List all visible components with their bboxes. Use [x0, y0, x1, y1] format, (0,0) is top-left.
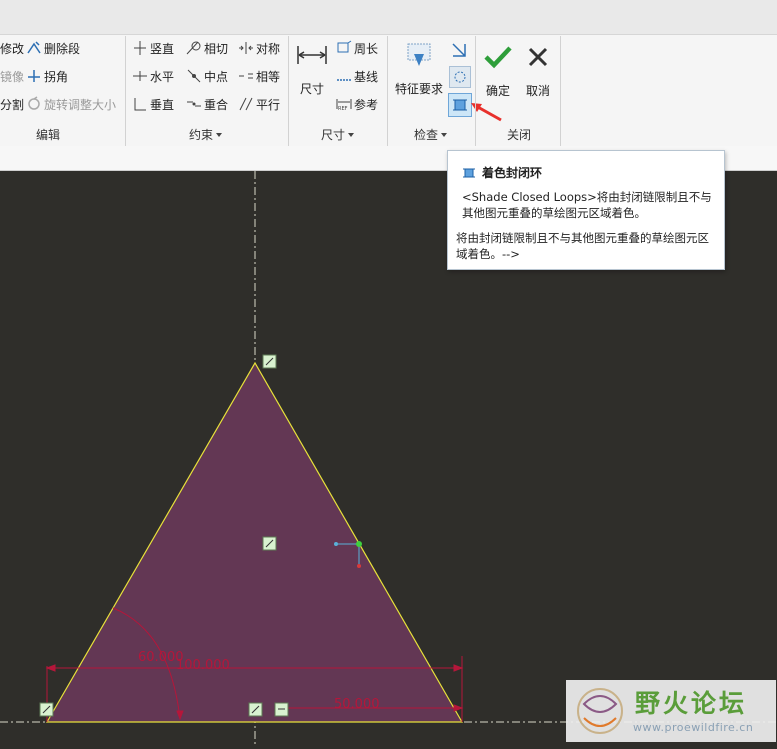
midpoint-icon: [187, 69, 201, 83]
base-dimension-label[interactable]: 100.000: [176, 658, 230, 673]
vertical-button[interactable]: 竖直: [132, 38, 174, 58]
forum-logo-icon: [577, 688, 623, 734]
midpoint-label: 中点: [204, 69, 229, 84]
divider: [560, 36, 561, 146]
delete-segment-label: 删除段: [44, 41, 81, 56]
feature-requirements-label: 特征要求: [394, 82, 443, 96]
delete-segment-icon: [27, 41, 41, 54]
divider: [387, 36, 388, 146]
feature-requirements-icon: [407, 43, 431, 66]
highlight-open-ends-button[interactable]: [449, 66, 471, 88]
equal-label: 相等: [256, 69, 281, 84]
perimeter-icon: [337, 40, 352, 53]
highlight-open-ends-icon: [454, 71, 466, 83]
overlap-geometry-button[interactable]: [449, 40, 469, 60]
vertical-icon: [134, 41, 146, 55]
coincident-button[interactable]: 重合: [186, 94, 228, 114]
mirror-label: 镜像: [0, 69, 25, 84]
symmetric-icon: [239, 42, 253, 54]
rotate-resize-button[interactable]: 旋转调整大小: [26, 94, 116, 114]
tooltip-description-2: 将由封闭链限制且不与其他图元重叠的草绘图元区域着色。-->: [456, 231, 709, 261]
horizontal-label: 水平: [150, 69, 175, 84]
parallel-label: 平行: [256, 97, 281, 112]
tangent-label: 相切: [204, 41, 229, 56]
perimeter-button[interactable]: 周长: [336, 38, 378, 58]
corner-label: 拐角: [44, 69, 69, 84]
edit-group-label: 编辑: [36, 128, 61, 142]
equal-icon: [239, 73, 253, 79]
ribbon: [0, 34, 777, 148]
half-dimension-label[interactable]: 50.000: [334, 697, 380, 712]
inspect-group-label[interactable]: 检查: [414, 126, 448, 143]
tooltip-title: 着色封闭环: [462, 164, 542, 181]
horizontal-icon: [133, 71, 147, 81]
reference-icon: REF: [336, 99, 352, 112]
reference-button[interactable]: REF 参考: [336, 94, 378, 114]
equal-button[interactable]: 相等: [238, 66, 280, 86]
constraint-group-label[interactable]: 约束: [189, 126, 223, 143]
close-icon: [528, 47, 548, 67]
corner-icon: [28, 70, 40, 82]
checkmark-icon: [484, 46, 512, 69]
dimension-icon: [297, 46, 327, 64]
tooltip-title-text: 着色封闭环: [482, 166, 543, 180]
corner-button[interactable]: 拐角: [26, 66, 68, 86]
dimension-button[interactable]: 尺寸: [294, 42, 330, 97]
delete-segment-button[interactable]: 删除段: [26, 38, 80, 58]
baseline-label: 基线: [354, 69, 379, 84]
svg-text:REF: REF: [338, 106, 348, 112]
symmetric-label: 对称: [256, 41, 281, 56]
dimension-label: 尺寸: [299, 82, 324, 96]
tangent-button[interactable]: 相切: [186, 38, 228, 58]
cancel-button[interactable]: 取消: [521, 44, 555, 99]
close-group-label: 关闭: [507, 128, 532, 142]
coincident-icon: [187, 101, 201, 107]
rotate-resize-label: 旋转调整大小: [44, 97, 117, 112]
divider: [288, 36, 289, 146]
vertical-label: 竖直: [150, 41, 175, 56]
forum-watermark: 野火论坛 www.proewildfire.cn: [566, 680, 776, 742]
baseline-icon: [337, 79, 351, 81]
tooltip-description: <Shade Closed Loops>将由封闭链限制且不与其他图元重叠的草绘图…: [462, 190, 712, 220]
title-strip: [0, 0, 777, 34]
cancel-label: 取消: [525, 84, 550, 98]
pointer-arrow-icon: [471, 103, 502, 122]
tangent-icon: [186, 41, 201, 55]
ok-button[interactable]: 确定: [481, 44, 515, 99]
divider: [475, 36, 476, 146]
modify-label: 修改: [0, 41, 25, 56]
midpoint-button[interactable]: 中点: [186, 66, 228, 86]
perimeter-label: 周长: [354, 41, 379, 56]
watermark-text: 野火论坛: [635, 689, 748, 718]
perpendicular-button[interactable]: 垂直: [132, 94, 174, 114]
tooltip: 着色封闭环 <Shade Closed Loops>将由封闭链限制且不与其他图元…: [447, 150, 725, 270]
watermark-url: www.proewildfire.cn: [633, 721, 754, 734]
perpendicular-label: 垂直: [150, 97, 175, 112]
divide-button[interactable]: 分割: [0, 94, 24, 114]
feature-requirements-button[interactable]: 特征要求: [393, 40, 445, 97]
shade-closed-loops-icon: [463, 168, 475, 177]
symmetric-button[interactable]: 对称: [238, 38, 280, 58]
reference-label: 参考: [354, 97, 379, 112]
mirror-button[interactable]: 镜像: [0, 66, 24, 86]
perpendicular-icon: [134, 98, 146, 111]
dimension-group-label[interactable]: 尺寸: [321, 126, 355, 143]
rotate-resize-icon: [28, 96, 40, 110]
ok-label: 确定: [485, 84, 510, 98]
divider: [125, 36, 126, 146]
coincident-label: 重合: [204, 97, 229, 112]
divide-label: 分割: [0, 97, 25, 112]
modify-button[interactable]: 修改: [0, 38, 24, 58]
horizontal-button[interactable]: 水平: [132, 66, 174, 86]
parallel-button[interactable]: 平行: [238, 94, 280, 114]
parallel-icon: [239, 97, 253, 111]
overlap-geometry-icon: [452, 43, 466, 57]
baseline-button[interactable]: 基线: [336, 66, 378, 86]
